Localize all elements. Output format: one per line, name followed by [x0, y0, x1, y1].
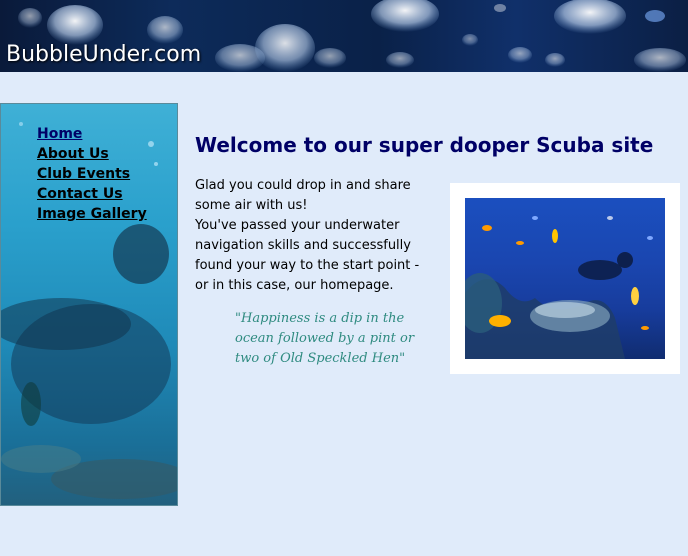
sidebar: Home About Us Club Events Contact Us Ima… [0, 103, 178, 506]
page-heading: Welcome to our super dooper Scuba site [195, 133, 654, 157]
nav-item-home[interactable]: Home [37, 123, 147, 143]
nav-link-about-us[interactable]: About Us [37, 146, 109, 162]
intro-line: some air with us! [195, 198, 308, 213]
intro-line: found your way to the start point - [195, 258, 420, 273]
nav-link-club-events[interactable]: Club Events [37, 166, 130, 182]
quote: "Happiness is a dip in the ocean followe… [235, 309, 435, 369]
nav-item-about-us[interactable]: About Us [37, 143, 147, 163]
nav-item-contact-us[interactable]: Contact Us [37, 183, 147, 203]
quote-line: "Happiness is a dip in the [235, 311, 405, 326]
intro-line: navigation skills and successfully [195, 238, 411, 253]
header-banner: BubbleUnder.com [0, 0, 688, 72]
quote-line: ocean followed by a pint or [235, 331, 415, 346]
reef-diver-image [465, 216, 653, 359]
intro-paragraph: Glad you could drop in and share some ai… [195, 176, 440, 296]
nav-link-home[interactable]: Home [37, 126, 82, 142]
nav-item-image-gallery[interactable]: Image Gallery [37, 203, 147, 223]
photo-frame [450, 183, 680, 374]
site-title[interactable]: BubbleUnder.com [6, 42, 201, 67]
nav-link-contact-us[interactable]: Contact Us [37, 186, 123, 202]
main-nav: Home About Us Club Events Contact Us Ima… [37, 123, 147, 223]
intro-line: You've passed your underwater [195, 218, 400, 233]
nav-link-image-gallery[interactable]: Image Gallery [37, 206, 147, 222]
reef-photo [465, 198, 665, 359]
nav-item-club-events[interactable]: Club Events [37, 163, 147, 183]
intro-line: Glad you could drop in and share [195, 178, 411, 193]
intro-line: or in this case, our homepage. [195, 278, 394, 293]
quote-line: two of Old Speckled Hen" [235, 351, 406, 366]
